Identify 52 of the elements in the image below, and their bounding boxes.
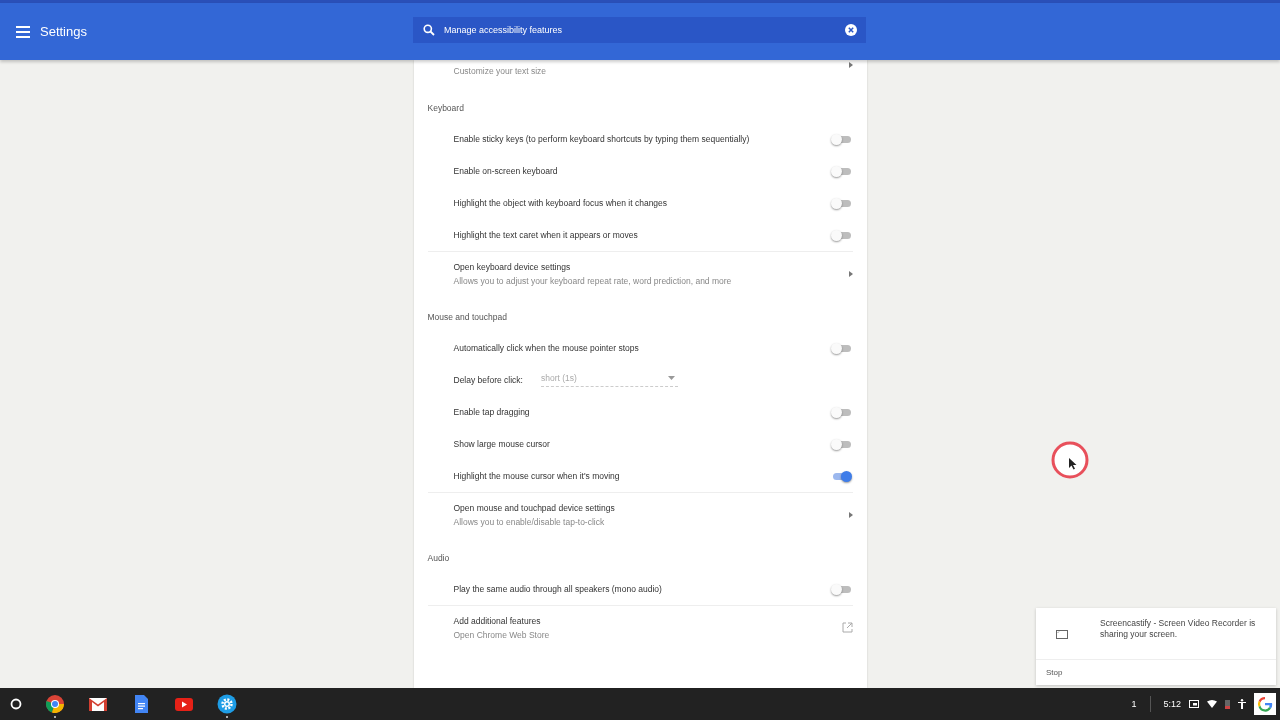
setting-label: Delay before click: bbox=[453, 375, 523, 385]
battery-icon[interactable] bbox=[1225, 699, 1230, 709]
avatar-icon[interactable] bbox=[1254, 693, 1276, 715]
section-heading: Audio bbox=[427, 552, 451, 565]
accessibility-icon[interactable] bbox=[1238, 699, 1246, 709]
setting-label: Highlight the text caret when it appears or moves bbox=[453, 230, 638, 240]
screen-icon bbox=[1056, 630, 1068, 639]
toggle-switch[interactable] bbox=[830, 230, 851, 240]
toggle-switch[interactable] bbox=[830, 198, 851, 208]
setting-label: Highlight the mouse cursor when it's moving bbox=[453, 471, 620, 481]
gear-app-icon[interactable] bbox=[217, 694, 237, 714]
cursor-highlight-drawing bbox=[1051, 441, 1089, 479]
setting-label: Show large mouse cursor bbox=[453, 439, 550, 449]
setting-label: Enable sticky keys (to perform keyboard shortcuts by typing them sequentially) bbox=[453, 134, 750, 144]
screen-share-icon[interactable] bbox=[1189, 700, 1199, 708]
launcher-icon[interactable] bbox=[10, 698, 22, 710]
setting-label: Enable on-screen keyboard bbox=[453, 166, 558, 176]
setting-label[interactable]: Open keyboard device settings bbox=[453, 261, 732, 272]
search-icon bbox=[423, 24, 435, 36]
toggle-switch[interactable] bbox=[830, 134, 851, 144]
setting-description: Allows you to adjust your keyboard repeat rate, word prediction, and more bbox=[453, 275, 732, 286]
section-heading: Keyboard bbox=[427, 102, 465, 115]
setting-label: Play the same audio through all speakers (mono audio) bbox=[453, 584, 662, 594]
search-field[interactable]: Manage accessibility features bbox=[413, 17, 866, 43]
chevron-icon[interactable] bbox=[848, 511, 853, 518]
setting-label: Enable tap dragging bbox=[453, 407, 530, 417]
toggle-switch[interactable] bbox=[830, 439, 851, 449]
toggle-switch[interactable] bbox=[830, 584, 851, 594]
stop-button[interactable]: Stop bbox=[1036, 660, 1073, 685]
setting-label: Highlight the object with keyboard focus when it changes bbox=[453, 198, 668, 208]
setting-label: Automatically click when the mouse pointer stops bbox=[453, 343, 639, 353]
toggle-switch[interactable] bbox=[830, 343, 851, 353]
setting-label[interactable]: Add additional features bbox=[453, 615, 550, 626]
browser-app-icon[interactable] bbox=[45, 694, 65, 714]
clear-icon[interactable] bbox=[845, 24, 857, 36]
notification-message: Screencastify - Screen Video Recorder is sharing your screen. bbox=[1100, 618, 1257, 640]
caret-icon bbox=[667, 376, 675, 380]
setting-description: Allows you to enable/disable tap-to-click bbox=[453, 516, 606, 527]
setting-description: Open Chrome Web Store bbox=[453, 629, 550, 640]
menu-icon[interactable] bbox=[16, 25, 30, 38]
toggle-switch[interactable] bbox=[830, 166, 851, 176]
page-title: Settings bbox=[40, 24, 87, 39]
external-link-icon[interactable] bbox=[841, 622, 853, 633]
chevron-icon[interactable] bbox=[848, 270, 853, 277]
clock[interactable]: 5:12 bbox=[1163, 699, 1181, 709]
setting-label[interactable]: Open mouse and touchpad device settings bbox=[453, 502, 615, 513]
chevron-icon[interactable] bbox=[848, 62, 853, 68]
toggle-switch[interactable] bbox=[830, 407, 851, 417]
notification-count[interactable]: 1 bbox=[1131, 699, 1137, 709]
section-heading: Mouse and touchpad bbox=[427, 311, 508, 324]
item-subtitle: Customize your text size bbox=[453, 65, 547, 76]
wifi-icon[interactable] bbox=[1207, 700, 1217, 708]
